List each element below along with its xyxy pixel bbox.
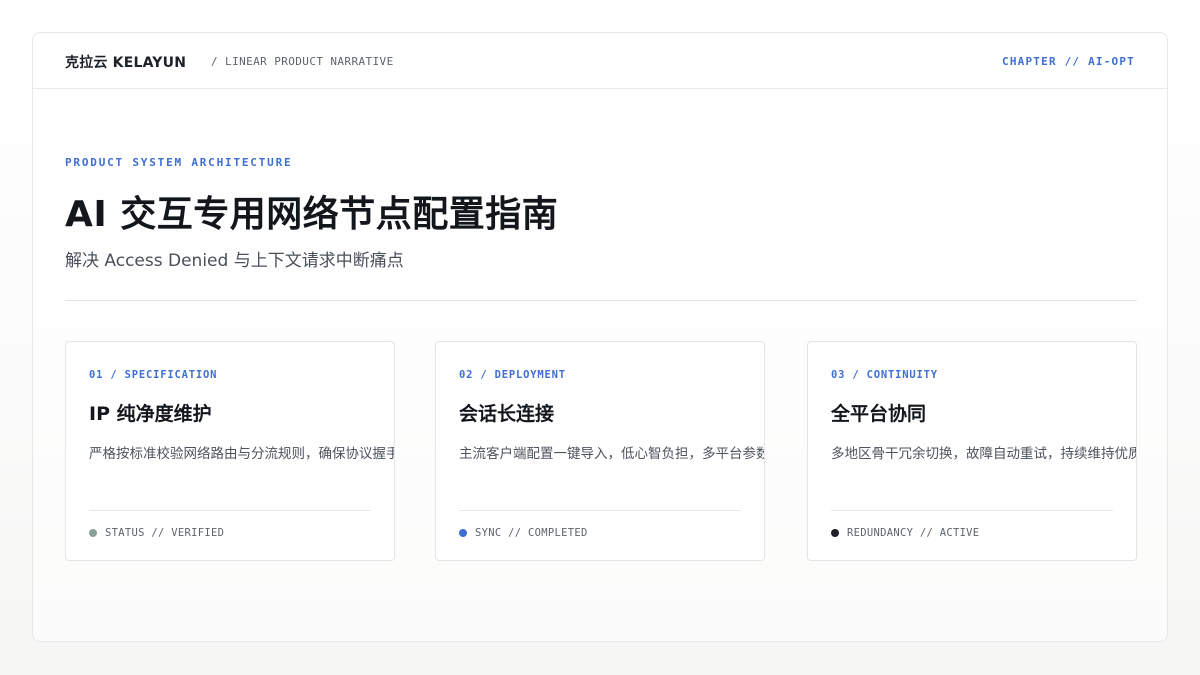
feature-card-deployment: 02 / DEPLOYMENT 会话长连接 主流客户端配置一键导入，低心智负担，…: [435, 341, 765, 561]
card-title: IP 纯净度维护: [89, 403, 212, 425]
card-divider: [89, 510, 371, 511]
card-description: 主流客户端配置一键导入，低心智负担，多平台参数保持一致: [459, 446, 764, 462]
card-divider: [831, 510, 1113, 511]
section-eyebrow: PRODUCT SYSTEM ARCHITECTURE: [65, 156, 293, 169]
card-title: 全平台协同: [831, 403, 927, 425]
status-dot-icon: [459, 529, 467, 537]
status-dot-icon: [89, 529, 97, 537]
card-tag: 03 / CONTINUITY: [831, 369, 938, 381]
card-status: SYNC // COMPLETED: [459, 527, 588, 539]
page-subtitle: 解决 Access Denied 与上下文请求中断痛点: [65, 251, 404, 271]
card-title: 会话长连接: [459, 403, 555, 425]
top-bar: 克拉云 KELAYUN / LINEAR PRODUCT NARRATIVE C…: [33, 33, 1167, 89]
main-frame: 克拉云 KELAYUN / LINEAR PRODUCT NARRATIVE C…: [32, 32, 1168, 642]
feature-card-specification: 01 / SPECIFICATION IP 纯净度维护 严格按标准校验网络路由与…: [65, 341, 395, 561]
brand-logo-text[interactable]: 克拉云 KELAYUN: [65, 52, 186, 72]
section-divider: [65, 300, 1137, 301]
chapter-label: CHAPTER // AI-OPT: [1002, 55, 1135, 68]
status-text: STATUS // VERIFIED: [105, 527, 225, 539]
narrative-label: / LINEAR PRODUCT NARRATIVE: [211, 55, 394, 68]
card-status: STATUS // VERIFIED: [89, 527, 224, 539]
card-status: REDUNDANCY // ACTIVE: [831, 527, 979, 539]
card-description: 多地区骨干冗余切换，故障自动重试，持续维持优质连接体验: [831, 446, 1136, 462]
card-tag: 01 / SPECIFICATION: [89, 369, 218, 381]
card-divider: [459, 510, 741, 511]
status-text: REDUNDANCY // ACTIVE: [847, 527, 980, 539]
page-title: AI 交互专用网络节点配置指南: [65, 194, 559, 235]
card-tag: 02 / DEPLOYMENT: [459, 369, 566, 381]
status-dot-icon: [831, 529, 839, 537]
feature-card-continuity: 03 / CONTINUITY 全平台协同 多地区骨干冗余切换，故障自动重试，持…: [807, 341, 1137, 561]
card-description: 严格按标准校验网络路由与分流规则，确保协议握手稳定: [89, 446, 395, 462]
status-text: SYNC // COMPLETED: [475, 527, 588, 539]
